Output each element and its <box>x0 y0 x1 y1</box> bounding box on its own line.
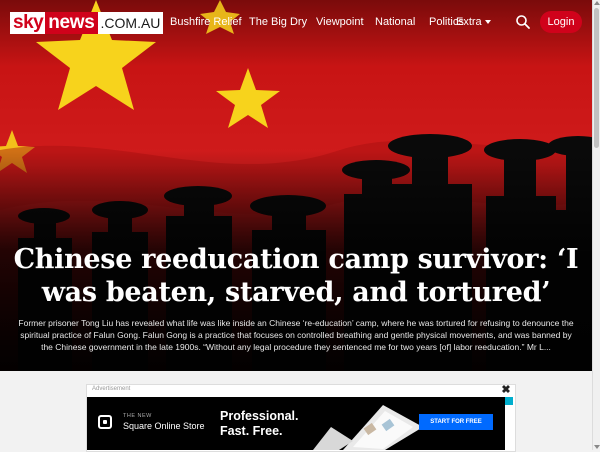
ad-brand-name: Square Online Store <box>123 421 205 431</box>
page-scrollbar[interactable] <box>592 0 600 450</box>
nav-the-big-dry[interactable]: The Big Dry <box>249 16 307 28</box>
square-logo-icon <box>98 415 112 429</box>
square-ad-banner[interactable]: THE NEW Square Online Store Professional… <box>87 397 505 450</box>
search-button[interactable] <box>514 13 532 31</box>
chevron-down-icon <box>484 20 491 25</box>
scroll-up-arrow-icon[interactable] <box>594 0 600 6</box>
ad-headline-2: Fast. Free. <box>220 424 283 438</box>
logo-news-text: news <box>45 12 98 34</box>
article-headline[interactable]: Chinese reeducation camp survivor: ‘I wa… <box>12 243 580 309</box>
ad-device-mockups <box>313 405 423 450</box>
hero-section[interactable]: Chinese reeducation camp survivor: ‘I wa… <box>0 0 592 371</box>
top-navigation: sky news .COM.AU Bushfire Relief The Big… <box>0 0 592 46</box>
scroll-down-arrow-icon[interactable] <box>594 444 600 450</box>
nav-viewpoint[interactable]: Viewpoint <box>316 16 364 28</box>
nav-national[interactable]: National <box>375 16 415 28</box>
sky-news-logo[interactable]: sky news .COM.AU <box>10 12 164 34</box>
ad-start-button[interactable]: START FOR FREE <box>419 414 493 430</box>
logo-domain-text: .COM.AU <box>97 12 164 34</box>
nav-extra-label: Extra <box>456 16 482 28</box>
ad-headline-1: Professional. <box>220 409 299 423</box>
search-icon <box>516 15 530 29</box>
scrollbar-thumb[interactable] <box>594 8 599 148</box>
nav-extra-dropdown[interactable]: Extra <box>456 16 491 28</box>
advertisement-label: Advertisement <box>92 386 131 392</box>
login-button[interactable]: Login <box>540 11 582 33</box>
nav-bushfire-relief[interactable]: Bushfire Relief <box>170 16 242 28</box>
ad-close-button[interactable]: ✖ <box>500 384 512 396</box>
article-summary[interactable]: Former prisoner Tong Liu has revealed wh… <box>16 317 576 353</box>
flag-star-small <box>216 68 280 128</box>
logo-sky-text: sky <box>10 12 46 34</box>
ad-brand-tag: THE NEW <box>123 413 152 419</box>
ad-choices-icon[interactable] <box>505 397 513 405</box>
